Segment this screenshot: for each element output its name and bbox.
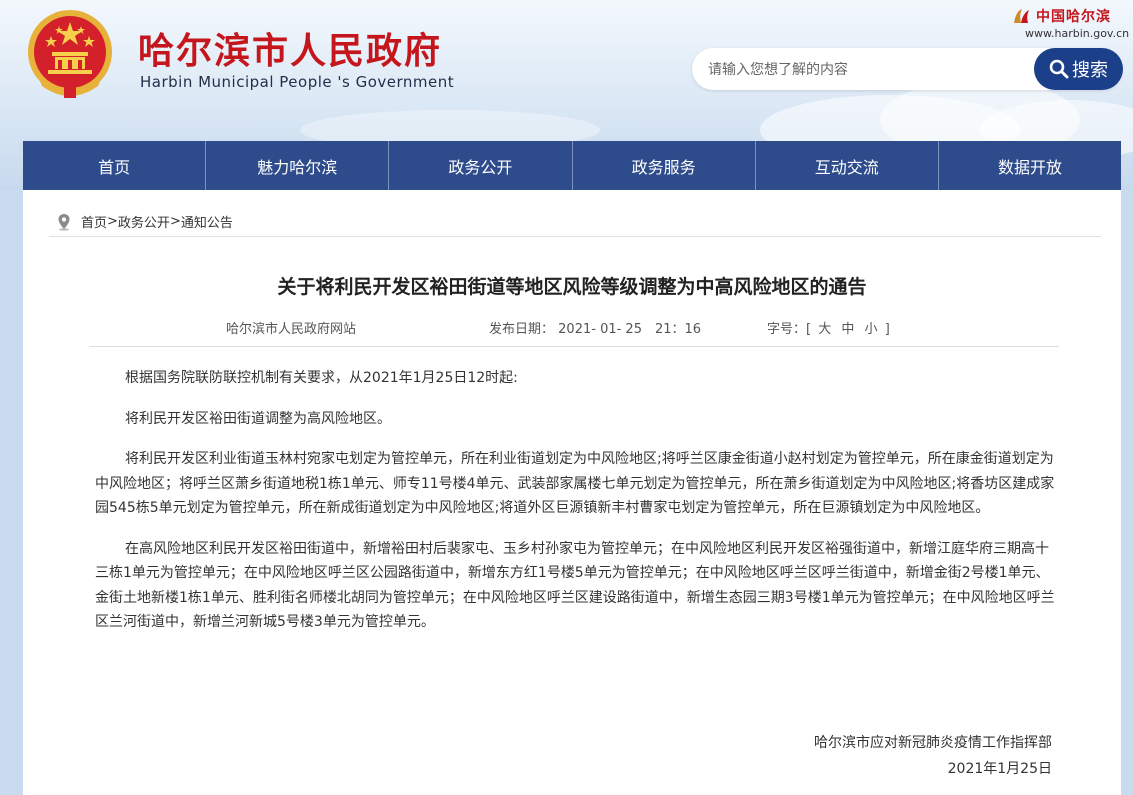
nav-item-government-affairs-public[interactable]: 政务公开 (389, 141, 573, 190)
nav-item-government-services[interactable]: 政务服务 (573, 141, 756, 190)
signature-date: 2021年1月25日 (947, 761, 1052, 777)
brand-text: 中国哈尔滨 (1036, 9, 1111, 25)
signature-organization: 哈尔滨市应对新冠肺炎疫情工作指挥部 (814, 735, 1052, 751)
meta-divider (89, 346, 1059, 347)
article-source: 哈尔滨市人民政府网站 (226, 322, 357, 337)
nav-item-open-data[interactable]: 数据开放 (939, 141, 1121, 190)
breadcrumb-government-affairs[interactable]: 政务公开 (118, 212, 170, 231)
nav-item-interaction[interactable]: 互动交流 (756, 141, 939, 190)
font-size-small-button[interactable]: 小 (862, 322, 881, 337)
national-emblem-icon (28, 10, 112, 98)
search-icon (1049, 59, 1069, 79)
site-subtitle: Harbin Municipal People 's Government (140, 73, 455, 91)
font-size-close: ] (884, 322, 890, 337)
article-title: 关于将利民开发区裕田街道等地区风险等级调整为中高风险地区的通告 (277, 276, 867, 298)
nav-item-charm-harbin[interactable]: 魅力哈尔滨 (206, 141, 390, 190)
site-title: 哈尔滨市人民政府 (138, 31, 443, 72)
font-size-large-button[interactable]: 大 (815, 322, 834, 337)
publish-date: 2021- 01- 25 21：16 (558, 322, 702, 337)
font-size-medium-button[interactable]: 中 (838, 322, 857, 337)
nav-item-home[interactable]: 首页 (23, 141, 207, 190)
search-button[interactable]: 搜索 (1034, 48, 1123, 90)
font-size-label: 字号：[ (767, 322, 812, 337)
main-nav: 首页 魅力哈尔滨 政务公开 政务服务 互动交流 数据开放 (23, 141, 1121, 190)
search-button-label: 搜索 (1072, 60, 1108, 81)
breadcrumb-home[interactable]: 首页 (81, 212, 107, 231)
brand-url: www.harbin.gov.cn (1025, 27, 1130, 40)
font-size-selector: 字号：[ 大 中 小 ] (767, 318, 890, 337)
article-paragraph: 根据国务院联防联控机制有关要求，从2021年1月25日12时起: (125, 370, 518, 386)
breadcrumb: 首页 > 政务公开 > 通知公告 (55, 212, 233, 231)
publish-label: 发布日期： (489, 322, 555, 337)
breadcrumb-notices[interactable]: 通知公告 (181, 212, 233, 231)
harbin-brand-logo[interactable]: 中国哈尔滨 (1012, 6, 1111, 26)
article-body: 根据国务院联防联控机制有关要求，从2021年1月25日12时起: 将利民开发区裕… (95, 366, 1055, 651)
breadcrumb-separator: > (169, 214, 181, 229)
article-paragraph: 在高风险地区利民开发区裕田街道中，新增裕田村后裴家屯、玉乡村孙家屯为管控单元；在… (95, 540, 1055, 631)
breadcrumb-separator: > (107, 214, 118, 229)
content-panel: 首页 > 政务公开 > 通知公告 关于将利民开发区裕田街道等地区风险等级调整为中… (23, 190, 1121, 795)
search-input[interactable] (706, 56, 1030, 84)
article-paragraph: 将利民开发区利业街道玉林村宛家屯划定为管控单元，所在利业街道划定为中风险地区;将… (95, 451, 1055, 516)
location-pin-icon (58, 213, 70, 231)
harbin-logo-icon (1014, 9, 1029, 23)
article-publish-info: 发布日期： 2021- 01- 25 21：16 (489, 318, 701, 337)
breadcrumb-divider (49, 236, 1101, 237)
article-paragraph: 将利民开发区裕田街道调整为高风险地区。 (125, 410, 391, 427)
